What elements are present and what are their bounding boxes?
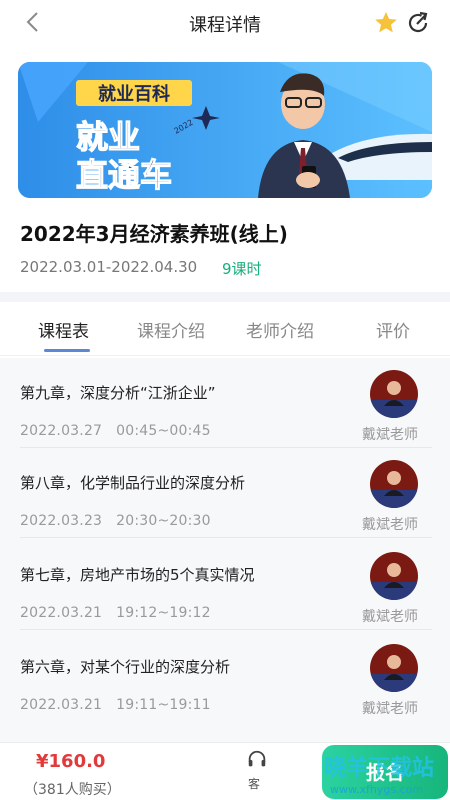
tab-bar: 课程表 课程介绍 老师介绍 评价 (0, 302, 450, 356)
customer-service-icon[interactable] (246, 749, 268, 771)
top-bar: 课程详情 (0, 0, 450, 46)
chapter-row[interactable]: 第八章，化学制品行业的深度分析 2022.03.23 20:30~20:30 戴… (0, 448, 450, 538)
chapter-date: 2022.03.27 (20, 423, 103, 439)
chapter-title: 第八章，化学制品行业的深度分析 (20, 474, 246, 492)
chapter-datetime: 2022.03.27 00:45~00:45 (20, 423, 211, 439)
share-icon[interactable] (406, 11, 430, 35)
course-banner[interactable]: 就业百科 就业 直通车 2022 (18, 62, 432, 198)
star-icon[interactable] (373, 10, 399, 36)
course-date-range: 2022.03.01-2022.04.30 (20, 258, 198, 276)
teacher-name: 戴斌老师 (362, 427, 418, 443)
chapter-time: 20:30~20:30 (116, 513, 211, 529)
bottom-bar: ¥160.0 （381人购买） 客 报名 晓羊下载站 www.xfhygs.co… (0, 742, 450, 800)
banner-main-line1: 就业 (76, 118, 140, 156)
tab-indicator (44, 349, 90, 352)
watermark-url: www.xfhygs.com (330, 783, 423, 796)
tab-course-intro[interactable]: 课程介绍 (137, 317, 205, 342)
tab-schedule[interactable]: 课程表 (38, 317, 89, 342)
teacher-avatar (370, 460, 418, 508)
course-title: 2022年3月经济素养班(线上) (20, 222, 288, 246)
chapter-title: 第七章，房地产市场的5个真实情况 (20, 566, 255, 584)
section-divider (0, 292, 450, 302)
chapter-list: 第九章，深度分析“江浙企业” 2022.03.27 00:45~00:45 戴斌… (0, 358, 450, 748)
chapter-row[interactable]: 第六章，对某个行业的深度分析 2022.03.21 19:11~19:11 戴斌… (0, 630, 450, 720)
chapter-title: 第九章，深度分析“江浙企业” (20, 384, 216, 402)
chapter-row[interactable]: 第七章，房地产市场的5个真实情况 2022.03.21 19:12~19:12 … (0, 538, 450, 630)
teacher-name: 戴斌老师 (362, 517, 418, 533)
banner-main-line2: 直通车 (76, 156, 172, 194)
customer-service-label[interactable]: 客 (248, 775, 260, 792)
tab-teacher-intro[interactable]: 老师介绍 (246, 317, 314, 342)
chapter-row[interactable]: 第九章，深度分析“江浙企业” 2022.03.27 00:45~00:45 戴斌… (0, 358, 450, 448)
chapter-date: 2022.03.21 (20, 697, 103, 713)
chapter-datetime: 2022.03.21 19:11~19:11 (20, 697, 211, 713)
banner-illustration: 就业百科 就业 直通车 2022 (18, 62, 432, 198)
teacher-avatar (370, 370, 418, 418)
teacher-name: 戴斌老师 (362, 609, 418, 625)
buyer-count: （381人购买） (24, 782, 121, 798)
chapter-title: 第六章，对某个行业的深度分析 (20, 658, 231, 676)
chapter-date: 2022.03.23 (20, 513, 103, 529)
chapter-date: 2022.03.21 (20, 605, 103, 621)
watermark-logo: 晓羊下载站 www.xfhygs.com (324, 755, 434, 796)
teacher-avatar (370, 644, 418, 692)
chapter-time: 19:11~19:11 (116, 697, 211, 713)
tab-reviews[interactable]: 评价 (376, 317, 410, 342)
chapter-time: 19:12~19:12 (116, 605, 211, 621)
chapter-datetime: 2022.03.23 20:30~20:30 (20, 513, 211, 529)
banner-top-label: 就业百科 (98, 83, 170, 105)
lesson-count: 9课时 (222, 260, 262, 278)
teacher-name: 戴斌老师 (362, 701, 418, 717)
watermark-text: 晓羊下载站 (324, 755, 434, 781)
chapter-datetime: 2022.03.21 19:12~19:12 (20, 605, 211, 621)
teacher-avatar (370, 552, 418, 600)
chapter-time: 00:45~00:45 (116, 423, 211, 439)
price: ¥160.0 (36, 751, 106, 772)
